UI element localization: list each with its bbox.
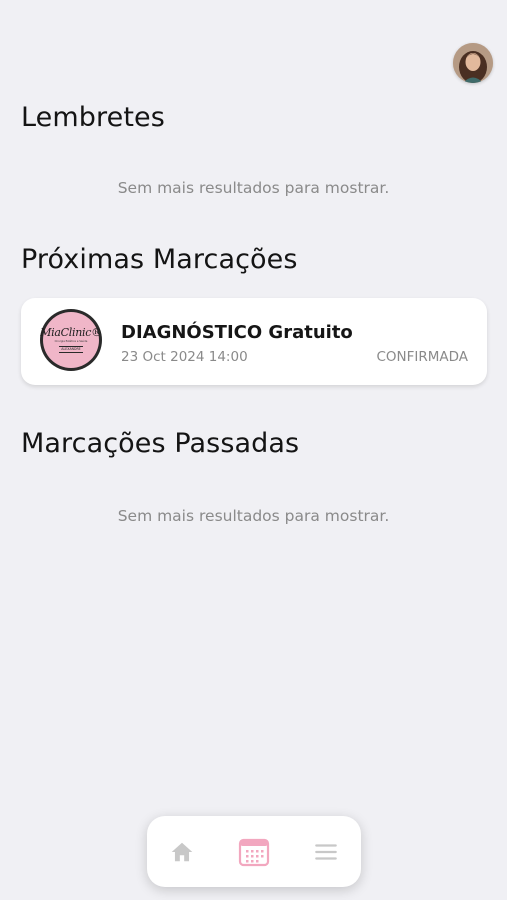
clinic-logo: MiaClinic® Cirurgia Estética e Saúde ALE… <box>40 309 102 371</box>
appointment-title: DIAGNÓSTICO Gratuito <box>121 322 353 343</box>
past-title: Marcações Passadas <box>21 428 300 459</box>
clinic-logo-tagline: Cirurgia Estética e Saúde <box>54 339 88 343</box>
nav-calendar-button[interactable] <box>238 836 270 868</box>
reminders-empty-text: Sem mais resultados para mostrar. <box>117 179 390 197</box>
nav-home-button[interactable] <box>166 836 198 868</box>
appointment-status: CONFIRMADA <box>376 349 468 365</box>
menu-icon <box>315 844 337 860</box>
clinic-logo-name: ALEXANDRE <box>59 346 83 354</box>
profile-avatar[interactable] <box>453 43 493 83</box>
appointment-datetime: 23 Oct 2024 14:00 <box>121 349 248 365</box>
appointment-card[interactable]: MiaClinic® Cirurgia Estética e Saúde ALE… <box>21 298 487 385</box>
past-empty-text: Sem mais resultados para mostrar. <box>117 507 390 525</box>
upcoming-title: Próximas Marcações <box>21 244 298 275</box>
user-avatar <box>453 43 493 83</box>
home-icon <box>171 842 193 862</box>
clinic-logo-brand: MiaClinic® <box>40 325 102 339</box>
reminders-title: Lembretes <box>21 102 165 133</box>
bottom-nav <box>147 816 361 887</box>
nav-menu-button[interactable] <box>310 836 342 868</box>
calendar-icon <box>238 838 270 867</box>
